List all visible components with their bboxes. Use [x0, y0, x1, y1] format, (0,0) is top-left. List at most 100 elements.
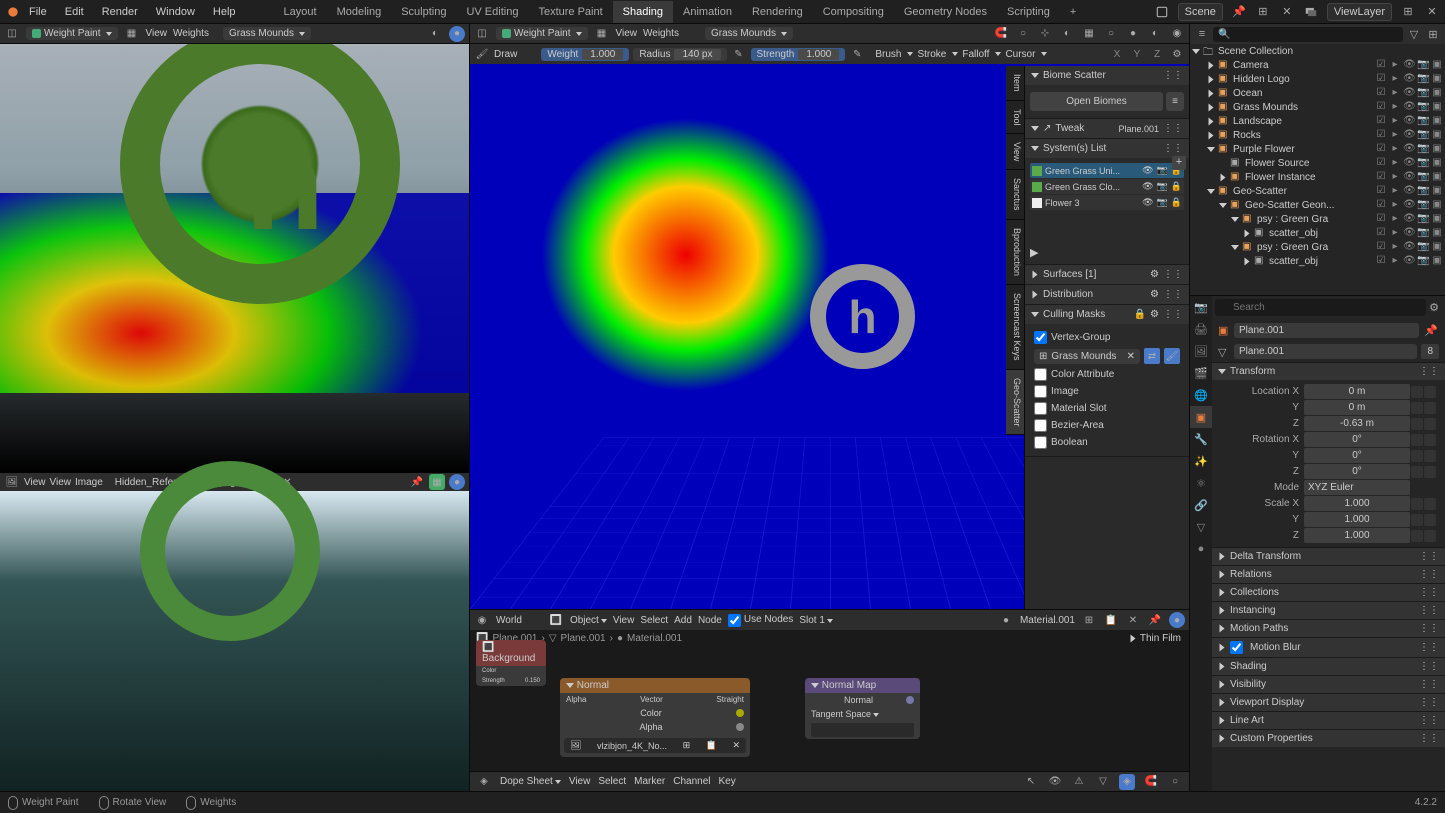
system-visible-icon[interactable]: 👁 [1142, 197, 1153, 208]
dope-hidden-icon[interactable]: 👁 [1047, 774, 1063, 790]
gear-icon[interactable]: ⚙ [1150, 269, 1159, 280]
holdout-icon[interactable]: ▣ [1431, 59, 1443, 71]
snap-icon[interactable]: 🧲 [993, 26, 1009, 42]
selectable-icon[interactable]: ▸ [1389, 241, 1401, 253]
material-new-icon[interactable]: ⊞ [1081, 612, 1097, 628]
location-z[interactable]: -0.63 m [1304, 416, 1410, 431]
ntab-screencast-keys[interactable]: Screencast Keys [1006, 285, 1024, 370]
viewlayer-selector[interactable]: ViewLayer [1327, 3, 1392, 21]
workspace-rendering[interactable]: Rendering [742, 1, 813, 23]
disable-render-icon[interactable]: 📷 [1417, 129, 1429, 141]
disable-render-icon[interactable]: 📷 [1417, 73, 1429, 85]
background-node[interactable]: 🔳 Background Color Strength0.150 [476, 640, 546, 686]
holdout-icon[interactable]: ▣ [1431, 171, 1443, 183]
node-pin-icon[interactable]: 📌 [1147, 612, 1163, 628]
exclude-icon[interactable]: ☑ [1375, 157, 1387, 169]
system-render-icon[interactable]: 📷 [1157, 197, 1168, 208]
hide-icon[interactable]: 👁 [1403, 227, 1415, 239]
vertex-group-select[interactable]: Grass Mounds [705, 27, 793, 40]
overlays-icon[interactable]: ◐ [427, 26, 443, 42]
exclude-icon[interactable]: ☑ [1375, 59, 1387, 71]
hide-icon[interactable]: 👁 [1403, 101, 1415, 113]
interaction-mode[interactable]: Weight Paint [496, 27, 588, 40]
cursor-menu[interactable]: Cursor [1005, 49, 1035, 60]
left-viewport-extra-icon[interactable]: ▦ [124, 26, 140, 42]
panel-menu-icon[interactable]: ⋮⋮ [1419, 642, 1439, 653]
selectable-icon[interactable]: ▸ [1389, 185, 1401, 197]
disable-render-icon[interactable]: 📷 [1417, 171, 1429, 183]
exclude-icon[interactable]: ☑ [1375, 87, 1387, 99]
prop-panel-custom-properties[interactable]: Custom Properties⋮⋮ [1212, 729, 1445, 747]
holdout-icon[interactable]: ▣ [1431, 115, 1443, 127]
ntab-geo-scatter[interactable]: Geo-Scatter [1006, 370, 1024, 436]
delete-viewlayer-icon[interactable]: ✕ [1424, 4, 1440, 20]
shader-node-editor[interactable]: ◉ World 🔳 Object View Select Add Node Us… [470, 609, 1189, 771]
tex-new-icon[interactable]: 📋 [706, 740, 717, 751]
hide-icon[interactable]: 👁 [1403, 143, 1415, 155]
node-select-menu[interactable]: Select [640, 615, 668, 626]
panel-menu-icon[interactable]: ⋮⋮ [1163, 70, 1183, 81]
outliner-item[interactable]: ▣psy : Green Gra☑▸👁📷▣ [1190, 240, 1445, 254]
exclude-icon[interactable]: ☑ [1375, 199, 1387, 211]
vg-paint-icon[interactable]: 🖌 [1164, 348, 1180, 364]
thin-film-panel[interactable]: Thin Film [1121, 630, 1189, 647]
xray-icon[interactable]: ▦ [1081, 26, 1097, 42]
hide-icon[interactable]: 👁 [1403, 199, 1415, 211]
modifier-tab-icon[interactable]: 🔧 [1190, 428, 1212, 450]
brush-icon[interactable]: 🖌 [474, 46, 490, 62]
open-biomes-button[interactable]: Open Biomes [1030, 92, 1163, 111]
new-scene-icon[interactable]: ⊞ [1255, 4, 1271, 20]
outliner-new-collection-icon[interactable]: ⊞ [1425, 26, 1441, 42]
scene-icon[interactable] [1154, 4, 1170, 20]
exclude-icon[interactable]: ☑ [1375, 171, 1387, 183]
boolean-checkbox[interactable] [1034, 436, 1047, 449]
editor-type-icon[interactable]: ◫ [4, 26, 20, 42]
exclude-icon[interactable]: ☑ [1375, 227, 1387, 239]
culling-header[interactable]: Culling Masks🔒⚙⋮⋮ [1025, 305, 1189, 324]
system-item[interactable]: Flower 3👁📷🔒 [1030, 195, 1184, 210]
material-sphere-icon[interactable]: ● [998, 612, 1014, 628]
dope-marker-menu[interactable]: Marker [634, 776, 665, 787]
exclude-icon[interactable]: ☑ [1375, 241, 1387, 253]
selectable-icon[interactable]: ▸ [1389, 101, 1401, 113]
use-nodes-checkbox[interactable]: Use Nodes [728, 614, 793, 627]
outliner-item[interactable]: ▣scatter_obj☑▸👁📷▣ [1190, 226, 1445, 240]
panel-menu-icon[interactable]: ⋮⋮ [1163, 143, 1183, 154]
selectable-icon[interactable]: ▸ [1389, 227, 1401, 239]
weight-field[interactable]: Weight1.000 [541, 48, 629, 61]
dope-view-menu[interactable]: View [569, 776, 591, 787]
rotation-mode[interactable]: XYZ Euler [1304, 480, 1410, 495]
menu-edit[interactable]: Edit [57, 2, 92, 22]
interaction-mode[interactable]: Weight Paint [26, 27, 118, 40]
disable-render-icon[interactable]: 📷 [1417, 255, 1429, 267]
exclude-icon[interactable]: ☑ [1375, 255, 1387, 267]
exclude-icon[interactable]: ☑ [1375, 73, 1387, 85]
location-x[interactable]: 0 m [1304, 384, 1410, 399]
options-icon[interactable]: ⚙ [1169, 46, 1185, 62]
workspace-animation[interactable]: Animation [673, 1, 742, 23]
dope-filter-icon[interactable]: ▽ [1095, 774, 1111, 790]
lock-icon[interactable]: 🔒 [1134, 309, 1146, 320]
tweak-header[interactable]: ↗TweakPlane.001⋮⋮ [1025, 119, 1189, 138]
render-tab-icon[interactable]: 📷 [1190, 296, 1212, 318]
image-image-menu[interactable]: Image [75, 477, 103, 488]
dope-channel-menu[interactable]: Channel [673, 776, 710, 787]
reference-image[interactable] [0, 491, 469, 791]
outliner-item[interactable]: ▣Landscape☑▸👁📷▣ [1190, 114, 1445, 128]
image-view-menu-2[interactable]: View [50, 477, 72, 488]
selectable-icon[interactable]: ▸ [1389, 129, 1401, 141]
system-item[interactable]: Green Grass Uni...👁📷🔒 [1030, 163, 1184, 178]
panel-menu-icon[interactable]: ⋮⋮ [1419, 661, 1439, 672]
dopesheet-icon[interactable]: ◈ [476, 774, 492, 790]
biome-settings-icon[interactable]: ≡ [1166, 92, 1184, 111]
weights-menu[interactable]: Weights [173, 28, 209, 39]
outliner-filter-icon[interactable]: ▽ [1406, 26, 1422, 42]
scale-z[interactable]: 1.000 [1304, 528, 1410, 543]
overlays-icon[interactable]: ◐ [1059, 26, 1075, 42]
editor-type-icon[interactable]: ◫ [474, 26, 490, 42]
surfaces-header[interactable]: Surfaces [1]⚙⋮⋮ [1025, 265, 1189, 284]
hide-icon[interactable]: 👁 [1403, 213, 1415, 225]
scale-y[interactable]: 1.000 [1304, 512, 1410, 527]
prop-panel-relations[interactable]: Relations⋮⋮ [1212, 565, 1445, 583]
disable-render-icon[interactable]: 📷 [1417, 157, 1429, 169]
